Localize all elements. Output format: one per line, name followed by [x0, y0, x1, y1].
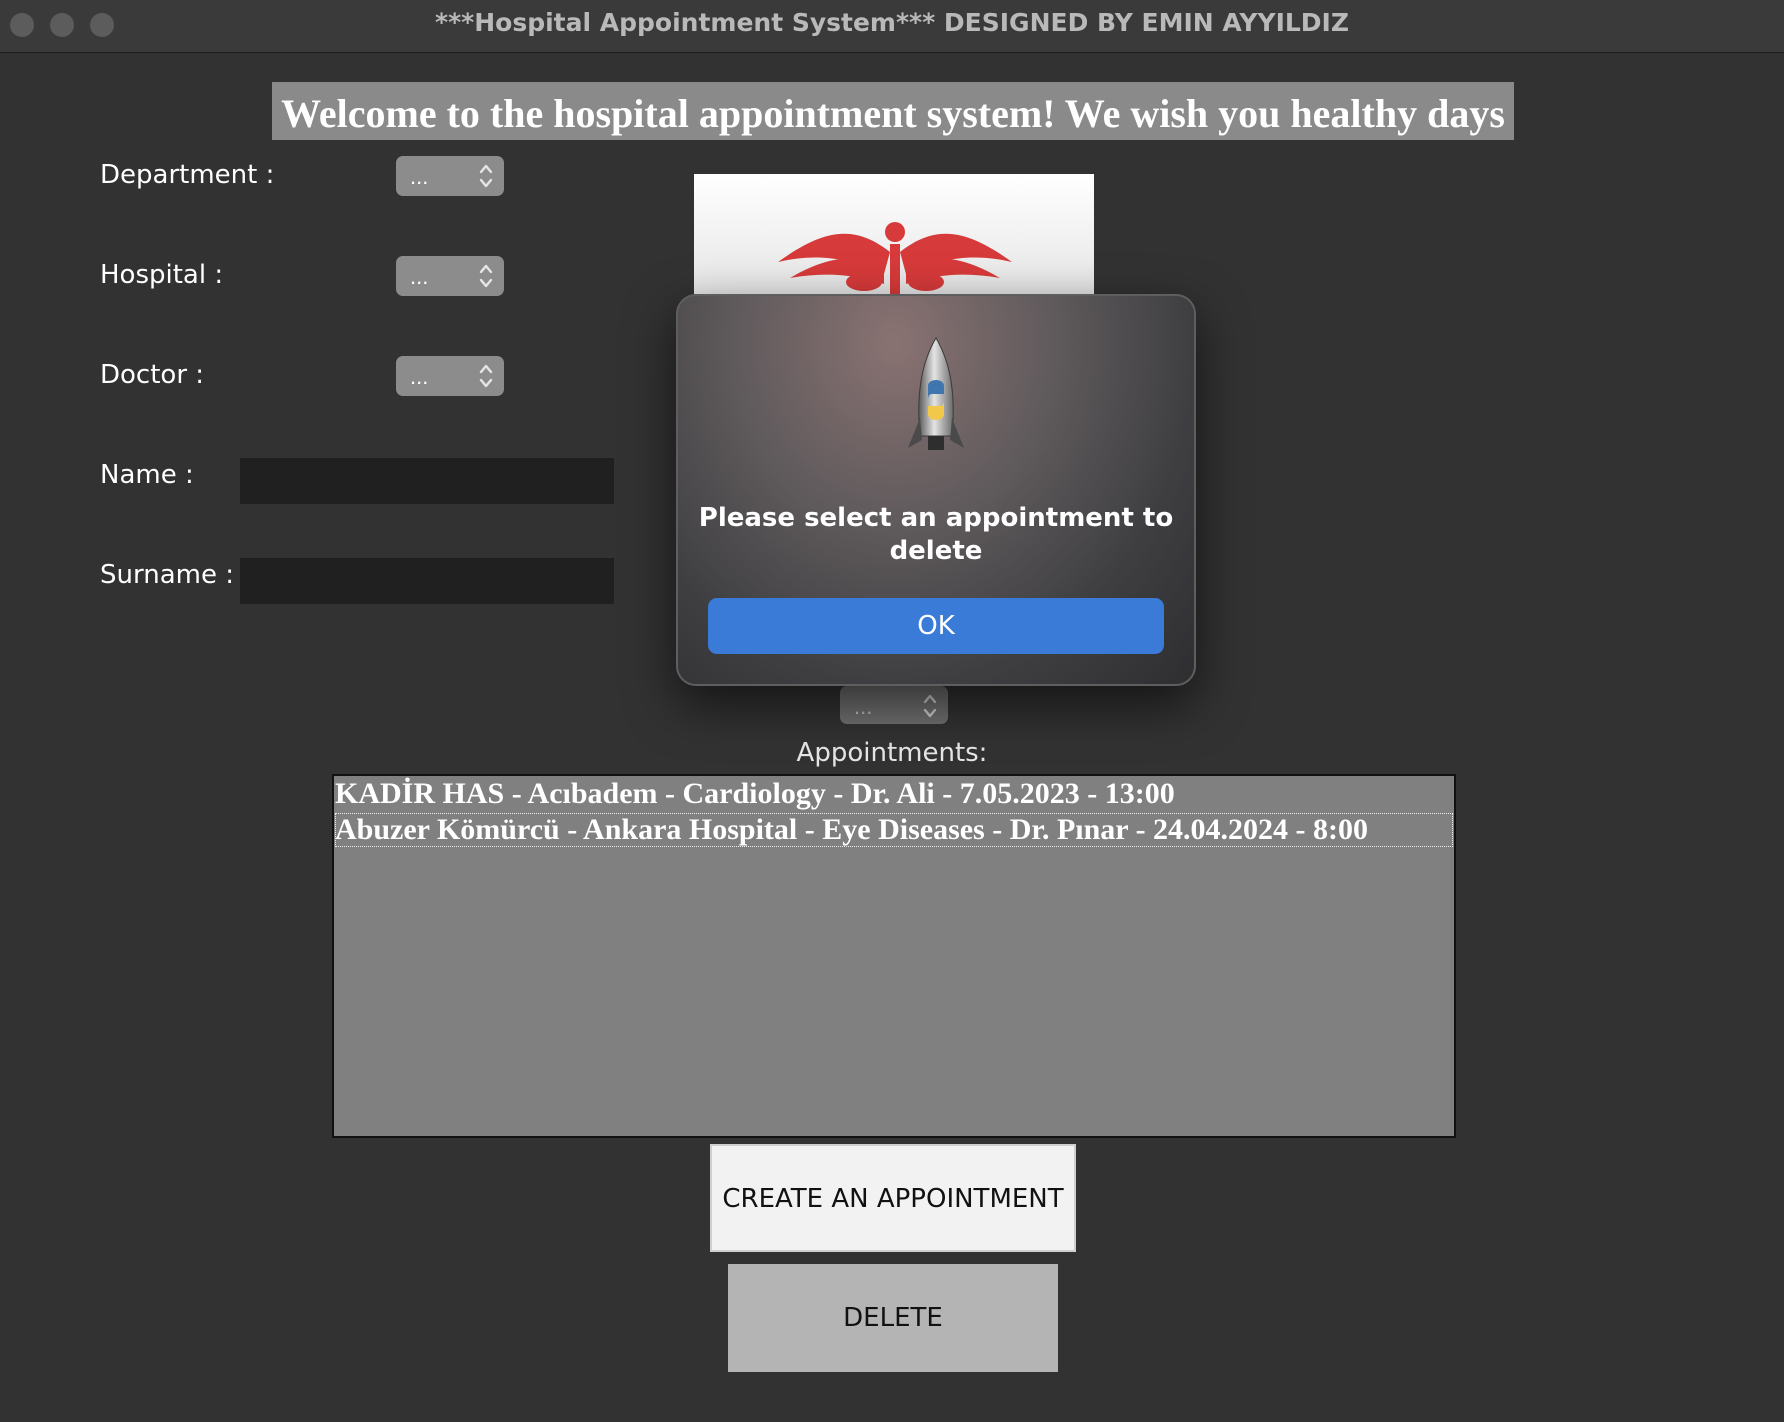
- doctor-label: Doctor :: [100, 360, 205, 390]
- department-label: Department :: [100, 160, 275, 190]
- window-title: ***Hospital Appointment System*** DESIGN…: [435, 8, 1349, 37]
- ok-button[interactable]: OK: [708, 598, 1164, 654]
- time-select-value: ...: [854, 694, 873, 719]
- list-item[interactable]: Abuzer Kömürcü - Ankara Hospital - Eye D…: [334, 812, 1454, 848]
- up-down-chevron-icon: [479, 164, 493, 188]
- department-select[interactable]: ...: [396, 156, 504, 196]
- up-down-chevron-icon: [479, 264, 493, 288]
- surname-input[interactable]: [240, 558, 614, 604]
- dialog-message: Please select an appointment to delete: [698, 503, 1174, 566]
- appointments-label: Appointments:: [796, 738, 988, 768]
- up-down-chevron-icon: [479, 364, 493, 388]
- hospital-select-value: ...: [410, 264, 429, 289]
- caduceus-logo-icon: [694, 174, 1094, 294]
- doctor-select[interactable]: ...: [396, 356, 504, 396]
- list-item[interactable]: KADİR HAS - Acıbadem - Cardiology - Dr. …: [334, 776, 1454, 812]
- window-titlebar: ***Hospital Appointment System*** DESIGN…: [0, 0, 1784, 53]
- create-appointment-button[interactable]: CREATE AN APPOINTMENT: [710, 1144, 1076, 1252]
- department-select-value: ...: [410, 164, 429, 189]
- name-input[interactable]: [240, 458, 614, 504]
- doctor-select-value: ...: [410, 364, 429, 389]
- time-select[interactable]: ...: [840, 686, 948, 724]
- python-launcher-rocket-icon: [908, 337, 964, 450]
- hospital-select[interactable]: ...: [396, 256, 504, 296]
- delete-button[interactable]: DELETE: [728, 1264, 1058, 1372]
- up-down-chevron-icon: [923, 694, 937, 718]
- hospital-logo: [694, 174, 1094, 294]
- name-label: Name :: [100, 460, 194, 490]
- alert-dialog: Please select an appointment to delete O…: [676, 294, 1196, 686]
- hospital-label: Hospital :: [100, 260, 224, 290]
- welcome-banner: Welcome to the hospital appointment syst…: [272, 82, 1514, 140]
- appointments-listbox[interactable]: KADİR HAS - Acıbadem - Cardiology - Dr. …: [332, 774, 1456, 1138]
- surname-label: Surname :: [100, 560, 234, 590]
